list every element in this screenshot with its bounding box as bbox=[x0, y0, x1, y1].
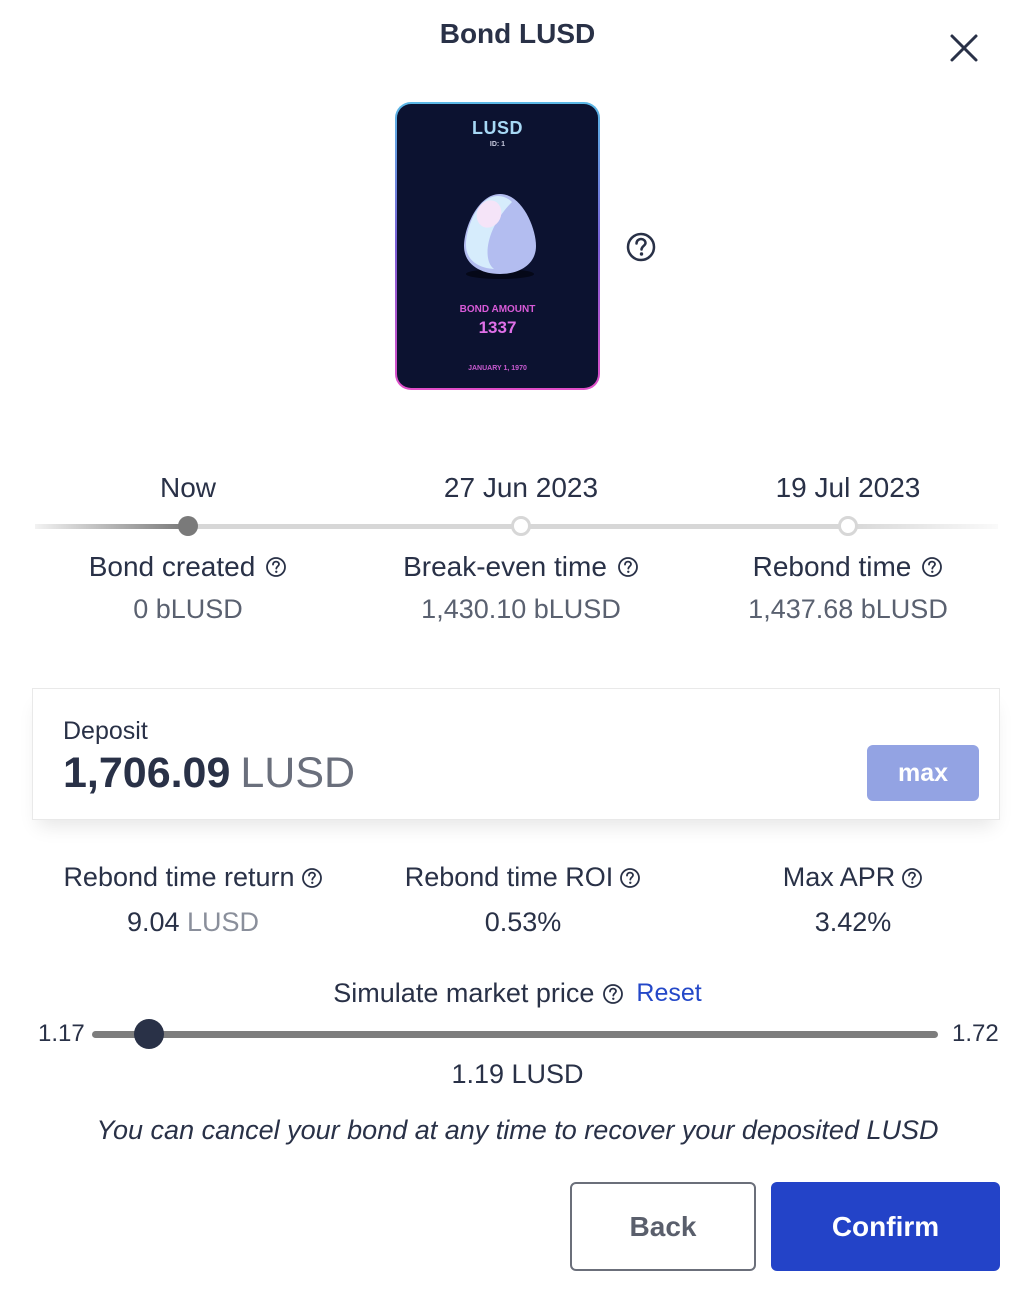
stat-value: 0.53% bbox=[484, 907, 562, 937]
question-circle-icon[interactable] bbox=[265, 556, 287, 578]
nft-help-button[interactable] bbox=[625, 231, 657, 263]
simulate-label: Simulate market price bbox=[333, 978, 595, 1008]
bond-nft-card: LUSD ID: 1 BOND AMOUNT 1337 JANUARY 1, 1… bbox=[395, 102, 600, 390]
timeline-progress-line bbox=[35, 524, 188, 529]
deposit-input-box[interactable]: Deposit 1,706.09 LUSD max bbox=[32, 688, 1000, 820]
simulate-header: Simulate market price Reset bbox=[0, 978, 1035, 1009]
milestone-date: 19 Jul 2023 bbox=[775, 472, 921, 503]
confirm-button[interactable]: Confirm bbox=[771, 1182, 1000, 1271]
slider-value: 1.19 LUSD bbox=[451, 1059, 584, 1089]
nft-date: JANUARY 1, 1970 bbox=[468, 365, 527, 372]
deposit-amount-value: 1,706.09 bbox=[63, 749, 231, 797]
back-button[interactable]: Back bbox=[570, 1182, 756, 1271]
question-circle-icon[interactable] bbox=[901, 867, 923, 889]
question-circle-icon[interactable] bbox=[602, 983, 624, 1005]
milestone-date: 27 Jun 2023 bbox=[443, 472, 599, 503]
stat-label: Rebond time return bbox=[63, 862, 295, 892]
question-circle-icon[interactable] bbox=[921, 556, 943, 578]
stat-value: 9.04 bbox=[126, 907, 180, 937]
close-button[interactable] bbox=[942, 28, 986, 68]
question-circle-icon bbox=[626, 232, 656, 262]
stat-label: Max APR bbox=[782, 862, 896, 892]
stat-unit: LUSD bbox=[187, 907, 260, 937]
nft-amount-label: BOND AMOUNT bbox=[459, 304, 536, 315]
egg-icon bbox=[464, 194, 536, 279]
milestone-label: Rebond time bbox=[678, 551, 1018, 583]
milestone-label: Break-even time bbox=[351, 551, 691, 583]
milestone-value: 0 bLUSD bbox=[133, 594, 243, 624]
timeline-dot-rebond bbox=[838, 516, 858, 536]
milestone-label: Bond created bbox=[18, 551, 358, 583]
market-price-slider-track[interactable] bbox=[92, 1031, 938, 1038]
question-circle-icon[interactable] bbox=[617, 556, 639, 578]
slider-max-label: 1.72 bbox=[952, 1020, 999, 1047]
timeline-track-end bbox=[848, 524, 998, 529]
stat-max-apr: Max APR 3.42% bbox=[688, 862, 1018, 938]
timeline-dot-break-even bbox=[511, 516, 531, 536]
deposit-amount-unit: LUSD bbox=[240, 749, 356, 797]
timeline-dot-now bbox=[178, 516, 198, 536]
stat-rebond-roi: Rebond time ROI 0.53% bbox=[358, 862, 688, 938]
close-icon bbox=[950, 34, 978, 62]
question-circle-icon[interactable] bbox=[619, 867, 641, 889]
milestone-date: Now bbox=[159, 472, 216, 503]
stat-label: Rebond time ROI bbox=[404, 862, 614, 892]
deposit-amount-field[interactable]: 1,706.09 LUSD bbox=[63, 749, 355, 798]
nft-token: LUSD bbox=[472, 118, 523, 138]
milestone-value: 1,430.10 bLUSD bbox=[421, 594, 621, 624]
dialog-title: Bond LUSD bbox=[439, 18, 596, 49]
reset-link[interactable]: Reset bbox=[636, 979, 701, 1008]
milestone-label-text: Rebond time bbox=[752, 551, 912, 582]
stat-value: 3.42% bbox=[814, 907, 892, 937]
slider-min-label: 1.17 bbox=[38, 1020, 85, 1047]
stat-rebond-return: Rebond time return 9.04 LUSD bbox=[28, 862, 358, 938]
max-button[interactable]: max bbox=[867, 745, 979, 801]
question-circle-icon[interactable] bbox=[301, 867, 323, 889]
cancel-notice: You can cancel your bond at any time to … bbox=[96, 1115, 939, 1145]
nft-amount: 1337 bbox=[478, 318, 517, 337]
milestone-label-text: Bond created bbox=[88, 551, 256, 582]
milestone-label-text: Break-even time bbox=[403, 551, 607, 582]
market-price-slider-thumb[interactable] bbox=[133, 1019, 164, 1049]
nft-id: ID: 1 bbox=[489, 141, 506, 148]
milestone-value: 1,437.68 bLUSD bbox=[748, 594, 948, 624]
deposit-label: Deposit bbox=[63, 717, 148, 745]
